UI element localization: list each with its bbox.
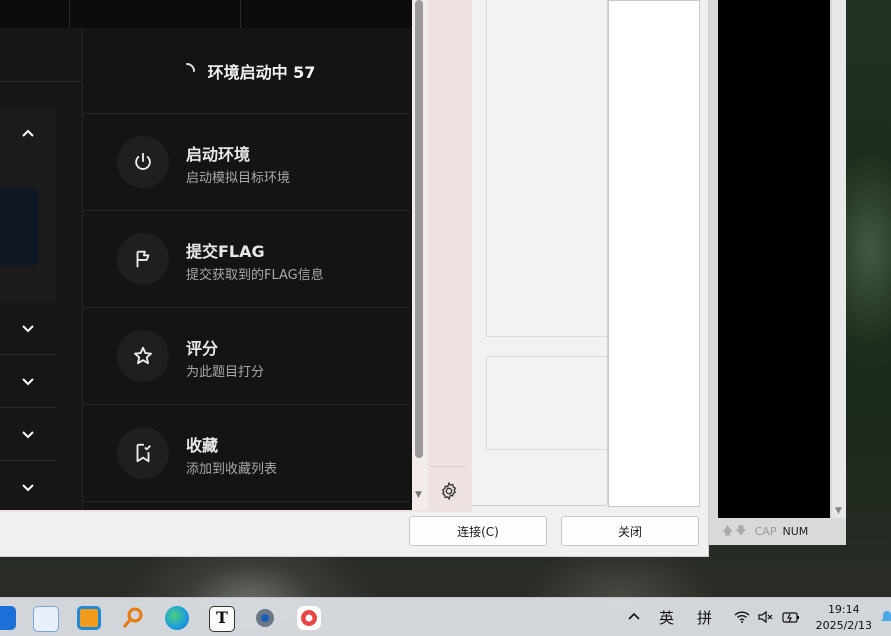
terminal-status-bar: 🡅🡇 CAP NUM bbox=[706, 518, 846, 545]
top-strip-segment bbox=[69, 0, 241, 28]
terminal-scrollbar[interactable]: ▼ bbox=[832, 0, 846, 518]
favorite-action[interactable]: 收藏 添加到收藏列表 bbox=[83, 405, 410, 502]
bookmark-check-icon bbox=[117, 427, 169, 479]
dialog-white-pane bbox=[608, 0, 700, 507]
dialog-group-box-2 bbox=[486, 356, 607, 450]
power-icon bbox=[117, 136, 169, 188]
num-lock-indicator: NUM bbox=[782, 525, 809, 538]
dialog-middle-pane bbox=[472, 0, 608, 506]
action-title: 提交FLAG bbox=[186, 242, 265, 261]
gear-icon[interactable] bbox=[439, 481, 459, 501]
scrollbar-thumb[interactable] bbox=[415, 0, 423, 458]
action-subtitle: 添加到收藏列表 bbox=[186, 462, 278, 477]
up-down-arrows-icon: 🡅🡇 bbox=[722, 524, 749, 537]
volume-muted-icon bbox=[758, 610, 773, 624]
system-clock[interactable]: 19:14 2025/2/13 bbox=[816, 602, 872, 634]
expand-toggle-1[interactable] bbox=[0, 302, 56, 355]
browser-icon[interactable] bbox=[297, 606, 321, 630]
clock-date: 2025/2/13 bbox=[815, 619, 872, 632]
start-environment-action[interactable]: 启动环境 启动模拟目标环境 bbox=[83, 114, 410, 211]
chevron-down-icon bbox=[22, 325, 34, 333]
collapse-toggle[interactable] bbox=[0, 108, 56, 160]
action-title: 启动环境 bbox=[186, 145, 251, 164]
wifi-icon bbox=[734, 611, 750, 623]
expand-toggle-2[interactable] bbox=[0, 355, 56, 408]
taskbar: T 英 拼 19:14 2025/2/13 bbox=[0, 597, 891, 636]
clock-time: 19:14 bbox=[827, 603, 860, 616]
typora-icon[interactable]: T bbox=[209, 606, 235, 632]
submit-flag-action[interactable]: 提交FLAG 提交获取到的FLAG信息 bbox=[83, 211, 410, 308]
expand-toggle-4[interactable] bbox=[0, 461, 56, 513]
notepad-icon[interactable] bbox=[33, 606, 59, 632]
scroll-down-arrow-icon[interactable]: ▼ bbox=[835, 506, 842, 516]
loading-spinner-icon bbox=[185, 62, 195, 72]
expanded-card[interactable] bbox=[0, 188, 38, 266]
status-text: 环境启动中 57 bbox=[207, 62, 316, 82]
scroll-down-arrow-icon[interactable]: ▼ bbox=[415, 490, 422, 500]
edge-icon[interactable] bbox=[165, 606, 189, 630]
chevron-down-icon bbox=[22, 378, 34, 386]
action-title: 评分 bbox=[186, 339, 219, 358]
close-button[interactable]: 关闭 bbox=[561, 516, 699, 546]
battery-charging-icon bbox=[782, 612, 799, 623]
show-hidden-icons[interactable] bbox=[627, 598, 641, 636]
chevron-up-icon bbox=[22, 129, 34, 137]
rate-action[interactable]: 评分 为此题目打分 bbox=[83, 308, 410, 405]
chevron-down-icon bbox=[22, 431, 34, 439]
system-tray-status[interactable] bbox=[734, 598, 800, 636]
settings-icon[interactable] bbox=[253, 606, 277, 630]
top-strip-segment bbox=[240, 0, 413, 28]
challenge-panel: 环境启动中 57 启动环境 启动模拟目标环境 提交FLAG 提交获取到的FLAG… bbox=[0, 0, 412, 510]
panel-scrollbar[interactable]: ▼ bbox=[412, 0, 428, 510]
expand-toggle-3[interactable] bbox=[0, 408, 56, 461]
app-icon[interactable] bbox=[77, 606, 101, 630]
chevron-up-icon bbox=[628, 612, 640, 620]
terminal-window: ▼ 🡅🡇 CAP NUM bbox=[706, 0, 846, 545]
notification-bell-icon[interactable] bbox=[881, 610, 891, 624]
environment-status: 环境启动中 57 bbox=[83, 28, 410, 114]
file-explorer-icon[interactable] bbox=[0, 606, 16, 630]
terminal-screen[interactable] bbox=[718, 0, 830, 518]
action-subtitle: 启动模拟目标环境 bbox=[186, 171, 291, 186]
chevron-down-icon bbox=[22, 484, 34, 492]
left-column-header bbox=[0, 28, 82, 82]
star-icon bbox=[117, 330, 169, 382]
flag-icon bbox=[117, 233, 169, 285]
action-title: 收藏 bbox=[186, 436, 219, 455]
left-column bbox=[0, 28, 83, 510]
connect-button[interactable]: 连接(C) bbox=[409, 516, 547, 546]
action-subtitle: 提交获取到的FLAG信息 bbox=[186, 268, 324, 283]
caps-lock-indicator: CAP bbox=[754, 525, 777, 538]
ime-mode[interactable]: 拼 bbox=[697, 598, 712, 636]
settings-area bbox=[430, 466, 466, 507]
search-app-icon[interactable] bbox=[121, 606, 145, 630]
ime-language[interactable]: 英 bbox=[659, 598, 674, 636]
dialog-group-box bbox=[486, 0, 607, 337]
action-column: 环境启动中 57 启动环境 启动模拟目标环境 提交FLAG 提交获取到的FLAG… bbox=[83, 28, 410, 510]
action-subtitle: 为此题目打分 bbox=[186, 365, 265, 380]
top-strip bbox=[0, 0, 412, 29]
